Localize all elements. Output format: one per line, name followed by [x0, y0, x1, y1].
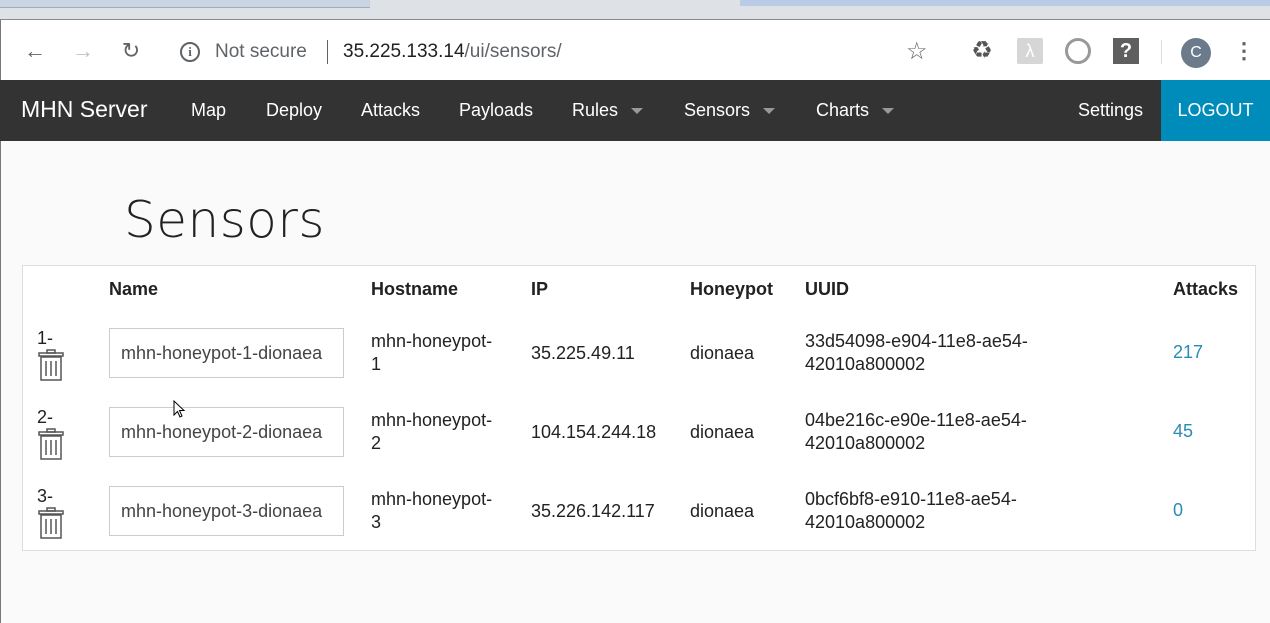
- uuid-line: 0bcf6bf8-e910-11e8-ae54-: [805, 489, 1017, 509]
- nav-link-settings[interactable]: Settings: [1078, 100, 1143, 121]
- address-bar[interactable]: 35.225.133.14/ui/sensors/: [343, 41, 562, 63]
- hostname-line: mhn-honeypot-: [371, 331, 493, 351]
- caret-down-icon: [882, 108, 895, 115]
- hostname-line: mhn-honeypot-: [371, 489, 493, 509]
- attacks-link[interactable]: 45: [1173, 421, 1193, 442]
- row-index: 3-: [37, 486, 54, 506]
- mouse-cursor-icon: [173, 400, 186, 418]
- browser-tab[interactable]: [0, 0, 370, 8]
- uuid-cell: 0bcf6bf8-e910-11e8-ae54- 42010a800002: [805, 488, 1017, 534]
- table-row: 1- mhn-honeypot- 1 35.225.49.11 dionaea 3…: [23, 326, 1255, 405]
- honeypot-cell: dionaea: [690, 422, 755, 442]
- nav-label: Rules: [572, 100, 619, 120]
- honeypot-cell: dionaea: [690, 343, 755, 363]
- trash-icon[interactable]: [38, 507, 64, 539]
- browser-toolbar: ← → ↻ i Not secure 35.225.133.14/ui/sens…: [0, 20, 1270, 80]
- ip-cell: 35.226.142.117: [531, 501, 655, 521]
- recycle-extension-icon[interactable]: ♻: [969, 38, 995, 64]
- sensor-name-input[interactable]: [109, 486, 344, 536]
- nav-link-map[interactable]: Map: [191, 100, 226, 121]
- ip-cell: 35.225.49.11: [531, 343, 635, 363]
- page-title: Sensors: [124, 191, 325, 249]
- forward-icon[interactable]: →: [70, 38, 96, 64]
- column-header-hostname: Hostname: [371, 279, 459, 299]
- hostname-cell: mhn-honeypot- 1: [371, 330, 492, 376]
- toolbar-divider: [1161, 40, 1162, 64]
- uuid-line: 42010a800002: [805, 354, 926, 374]
- url-path: /ui/sensors/: [464, 41, 562, 62]
- browser-tab-strip: [0, 0, 1270, 20]
- browser-tab[interactable]: [740, 0, 1270, 6]
- back-icon[interactable]: ←: [22, 38, 48, 64]
- uuid-line: 42010a800002: [805, 433, 926, 453]
- table-row: 3- mhn-honeypot- 3 35.226.142.117 dionaea…: [23, 484, 1255, 563]
- nav-dropdown-charts[interactable]: Charts: [816, 100, 895, 121]
- row-index: 1-: [37, 328, 54, 348]
- nav-label: Sensors: [684, 100, 751, 120]
- nav-dropdown-sensors[interactable]: Sensors: [684, 100, 776, 121]
- pdf-extension-icon[interactable]: λ: [1017, 38, 1043, 64]
- attacks-link[interactable]: 0: [1173, 500, 1183, 521]
- sensor-name-input[interactable]: [109, 407, 344, 457]
- sensors-table: Name Hostname IP Honeypot UUID Attacks 1…: [22, 265, 1256, 551]
- table-row: 2- mhn-honeypot- 2 104.154.244.18 dionaea…: [23, 405, 1255, 484]
- app-navbar: MHN Server Map Deploy Attacks Payloads R…: [0, 80, 1270, 141]
- hostname-line: 2: [371, 433, 382, 453]
- caret-down-icon: [631, 108, 644, 115]
- uuid-cell: 04be216c-e90e-11e8-ae54- 42010a800002: [805, 409, 1027, 455]
- menu-dots-icon[interactable]: ⋮: [1233, 35, 1255, 67]
- column-header-attacks: Attacks: [1173, 279, 1239, 299]
- column-header-ip: IP: [531, 279, 549, 299]
- info-icon[interactable]: i: [180, 42, 200, 62]
- security-label[interactable]: Not secure: [215, 41, 307, 63]
- uuid-line: 33d54098-e904-11e8-ae54-: [805, 331, 1028, 351]
- column-header-honeypot: Honeypot: [690, 279, 773, 299]
- circle-extension-icon[interactable]: [1065, 38, 1091, 64]
- url-separator: [327, 40, 328, 64]
- help-extension-icon[interactable]: ?: [1113, 38, 1139, 64]
- uuid-line: 04be216c-e90e-11e8-ae54-: [805, 410, 1027, 430]
- sensor-name-input[interactable]: [109, 328, 344, 378]
- nav-link-attacks[interactable]: Attacks: [361, 100, 420, 121]
- ip-cell: 104.154.244.18: [531, 422, 657, 442]
- column-header-name: Name: [109, 279, 159, 299]
- hostname-line: mhn-honeypot-: [371, 410, 493, 430]
- nav-link-payloads[interactable]: Payloads: [459, 100, 533, 121]
- logout-button[interactable]: LOGOUT: [1161, 80, 1270, 141]
- honeypot-cell: dionaea: [690, 501, 755, 521]
- brand[interactable]: MHN Server: [21, 96, 148, 123]
- url-host: 35.225.133.14: [343, 41, 465, 62]
- star-icon[interactable]: ☆: [906, 37, 928, 66]
- uuid-line: 42010a800002: [805, 512, 926, 532]
- avatar[interactable]: C: [1181, 38, 1211, 68]
- hostname-line: 1: [371, 354, 382, 374]
- attacks-link[interactable]: 217: [1173, 342, 1203, 363]
- trash-icon[interactable]: [38, 428, 64, 460]
- nav-dropdown-rules[interactable]: Rules: [572, 100, 644, 121]
- nav-link-deploy[interactable]: Deploy: [266, 100, 322, 121]
- uuid-cell: 33d54098-e904-11e8-ae54- 42010a800002: [805, 330, 1028, 376]
- column-header-uuid: UUID: [805, 279, 849, 299]
- hostname-cell: mhn-honeypot- 2: [371, 409, 492, 455]
- main-content: Sensors Name Hostname IP Honeypot UUID A…: [0, 141, 1270, 623]
- hostname-line: 3: [371, 512, 382, 532]
- reload-icon[interactable]: ↻: [118, 38, 144, 64]
- caret-down-icon: [763, 108, 776, 115]
- nav-label: Charts: [816, 100, 870, 120]
- hostname-cell: mhn-honeypot- 3: [371, 488, 492, 534]
- trash-icon[interactable]: [38, 349, 64, 381]
- row-index: 2-: [37, 407, 54, 427]
